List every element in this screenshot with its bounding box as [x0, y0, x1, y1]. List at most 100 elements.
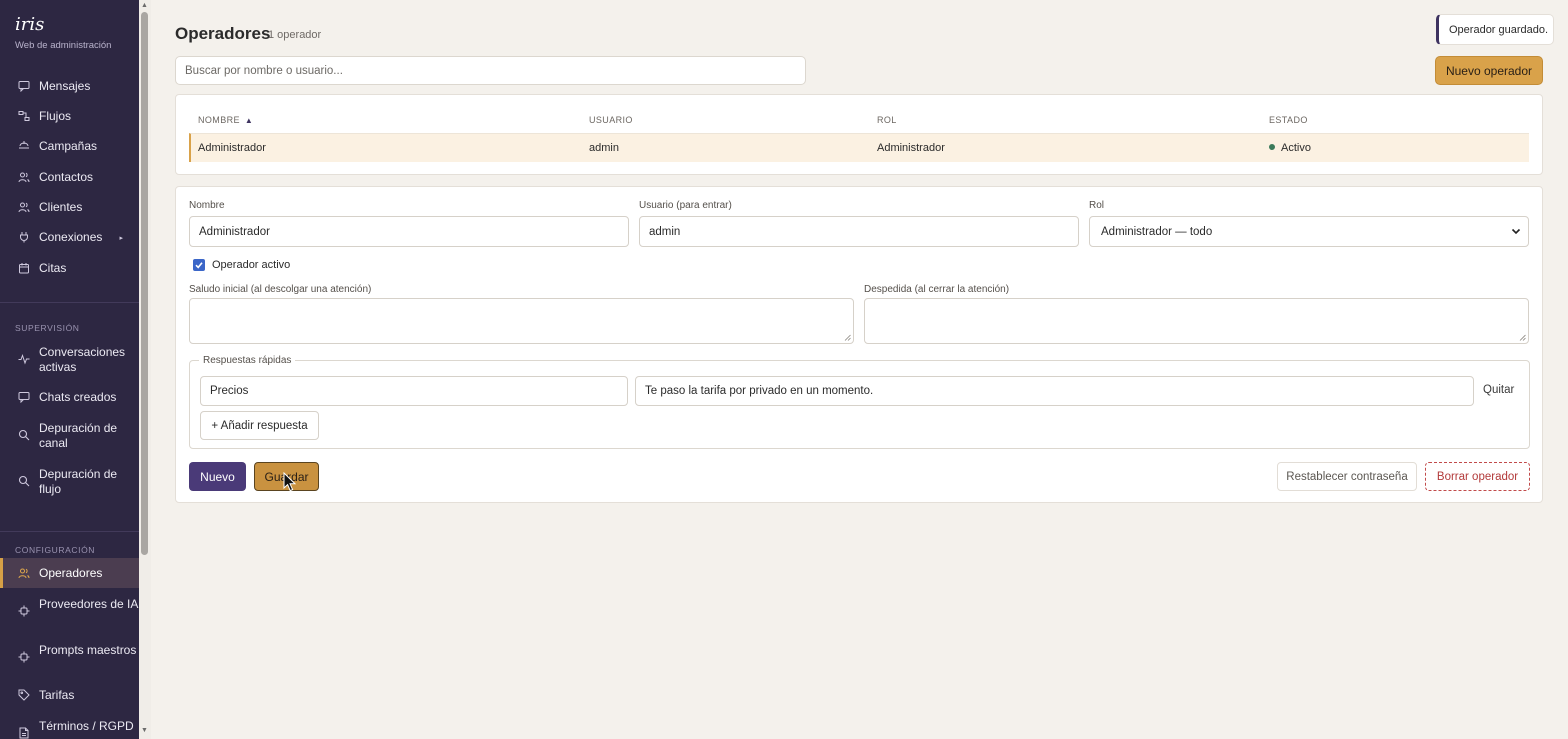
rol-label: Rol [1089, 200, 1105, 211]
sidebar-item-depuracion-canal[interactable]: Depuración de canal [0, 421, 139, 451]
resize-grip-icon[interactable] [1519, 334, 1526, 341]
sidebar-item-label: Tarifas [39, 688, 75, 702]
message-icon [18, 80, 30, 92]
chip-icon [18, 651, 30, 663]
section-label-configuracion: CONFIGURACIÓN [15, 545, 96, 555]
status-dot-icon [1269, 144, 1275, 150]
sidebar-item-mensajes[interactable]: Mensajes [0, 79, 139, 94]
cell-usuario: admin [589, 142, 619, 154]
sidebar-item-label: Flujos [39, 109, 72, 123]
sidebar-item-label: Clientes [39, 200, 83, 214]
operador-activo-checkbox[interactable] [193, 259, 205, 271]
message-icon [18, 391, 30, 403]
reset-password-button[interactable]: Restablecer contraseña [1277, 462, 1417, 491]
table-row[interactable] [189, 133, 1529, 162]
sidebar-item-contactos[interactable]: Contactos [0, 170, 139, 185]
search-input[interactable] [175, 56, 806, 85]
add-reply-button[interactable]: + Añadir respuesta [200, 411, 319, 440]
scroll-up-arrow-icon[interactable]: ▲ [141, 2, 148, 9]
sidebar-item-label: Depuración de canal [39, 421, 118, 450]
search-icon [18, 475, 30, 487]
operator-count: 1 operador [268, 29, 322, 41]
sort-asc-icon: ▲ [244, 116, 254, 125]
sidebar-item-conexiones[interactable]: Conexiones ▸ [0, 230, 139, 245]
resize-grip-icon[interactable] [844, 334, 851, 341]
quick-reply-text-field[interactable]: Te paso la tarifa por privado en un mome… [635, 376, 1474, 406]
sidebar-item-clientes[interactable]: Clientes [0, 200, 139, 215]
users-icon [18, 201, 30, 213]
sidebar-divider [0, 531, 139, 532]
rol-select[interactable]: Administrador — todo [1089, 216, 1529, 247]
nombre-field[interactable]: Administrador [189, 216, 629, 247]
document-icon [18, 727, 30, 739]
toast-notification: Operador guardado. [1436, 14, 1554, 45]
sidebar-item-label: Chats creados [39, 390, 117, 404]
users-icon [18, 567, 30, 579]
chip-icon [18, 605, 30, 617]
quick-reply-key-field[interactable]: Precios [200, 376, 628, 406]
delete-operator-button[interactable]: Borrar operador [1425, 462, 1530, 491]
remove-reply-button[interactable]: Quitar [1483, 384, 1514, 396]
operador-activo-label[interactable]: Operador activo [212, 259, 290, 271]
saludo-textarea[interactable] [189, 298, 854, 344]
status-badge: Activo [1269, 142, 1311, 154]
sidebar-item-depuracion-flujo[interactable]: Depuración de flujo [0, 467, 139, 497]
toast-message: Operador guardado. [1449, 23, 1549, 36]
column-header-rol[interactable]: ROL [877, 115, 897, 125]
activity-icon [18, 353, 30, 365]
sidebar-item-label: Mensajes [39, 79, 91, 93]
sidebar-item-label: Campañas [39, 139, 98, 153]
sidebar-item-prompts-maestros[interactable]: Prompts maestros [0, 643, 139, 663]
sidebar-item-operadores[interactable]: Operadores [0, 558, 139, 588]
despedida-textarea[interactable] [864, 298, 1529, 344]
brand-subtitle: Web de administración [15, 40, 112, 51]
sidebar-item-label: Conexiones [39, 230, 103, 244]
sidebar-item-label: Proveedores de IA [39, 597, 139, 611]
tag-icon [18, 689, 30, 701]
nombre-label: Nombre [189, 200, 225, 211]
cell-rol: Administrador [877, 142, 945, 154]
sidebar-item-conversaciones-activas[interactable]: Conversaciones activas [0, 345, 139, 375]
sidebar-item-chats-creados[interactable]: Chats creados [0, 390, 139, 405]
sidebar-item-campanas[interactable]: Campañas [0, 139, 139, 154]
brand-logo: iris [15, 14, 45, 35]
campaign-icon [18, 140, 30, 152]
section-label-supervision: SUPERVISIÓN [15, 323, 80, 333]
column-header-estado[interactable]: ESTADO [1269, 115, 1308, 125]
sidebar-item-label: Prompts maestros [39, 643, 137, 657]
cell-nombre: Administrador [198, 142, 266, 154]
new-button[interactable]: Nuevo [189, 462, 246, 491]
sidebar-scrollbar[interactable]: ▲ ▼ [139, 0, 151, 739]
mouse-cursor-icon [283, 472, 297, 492]
sidebar-divider [0, 302, 139, 303]
column-header-usuario[interactable]: USUARIO [589, 115, 633, 125]
sidebar-item-label: Términos / RGPD [39, 719, 134, 733]
search-icon [18, 429, 30, 441]
users-icon [18, 171, 30, 183]
flow-icon [18, 110, 30, 122]
usuario-field[interactable]: admin [639, 216, 1079, 247]
calendar-icon [18, 262, 30, 274]
usuario-label: Usuario (para entrar) [639, 200, 732, 211]
sidebar-item-flujos[interactable]: Flujos [0, 109, 139, 124]
quick-replies-legend: Respuestas rápidas [199, 355, 296, 366]
sidebar: iris Web de administración Mensajes Fluj… [0, 0, 139, 739]
sidebar-item-tarifas[interactable]: Tarifas [0, 688, 139, 703]
new-operator-button[interactable]: Nuevo operador [1435, 56, 1543, 85]
column-header-nombre[interactable]: NOMBRE ▲ [198, 115, 253, 125]
sidebar-item-terminos-rgpd[interactable]: Términos / RGPD [0, 719, 139, 739]
sidebar-item-label: Operadores [39, 565, 103, 580]
saludo-label: Saludo inicial (al descolgar una atenció… [189, 284, 372, 295]
sidebar-item-proveedores-ia[interactable]: Proveedores de IA [0, 597, 139, 617]
page-title: Operadores [175, 24, 271, 43]
despedida-label: Despedida (al cerrar la atención) [864, 284, 1010, 295]
scrollbar-thumb[interactable] [141, 12, 148, 555]
scroll-down-arrow-icon[interactable]: ▼ [141, 727, 148, 734]
expand-caret-icon[interactable]: ▸ [119, 231, 123, 246]
sidebar-item-label: Depuración de flujo [39, 467, 118, 496]
chevron-down-icon [1511, 228, 1521, 235]
sidebar-item-label: Citas [39, 261, 67, 275]
checkmark-icon [195, 262, 203, 269]
sidebar-item-label: Conversaciones activas [39, 345, 126, 374]
sidebar-item-citas[interactable]: Citas [0, 261, 139, 276]
